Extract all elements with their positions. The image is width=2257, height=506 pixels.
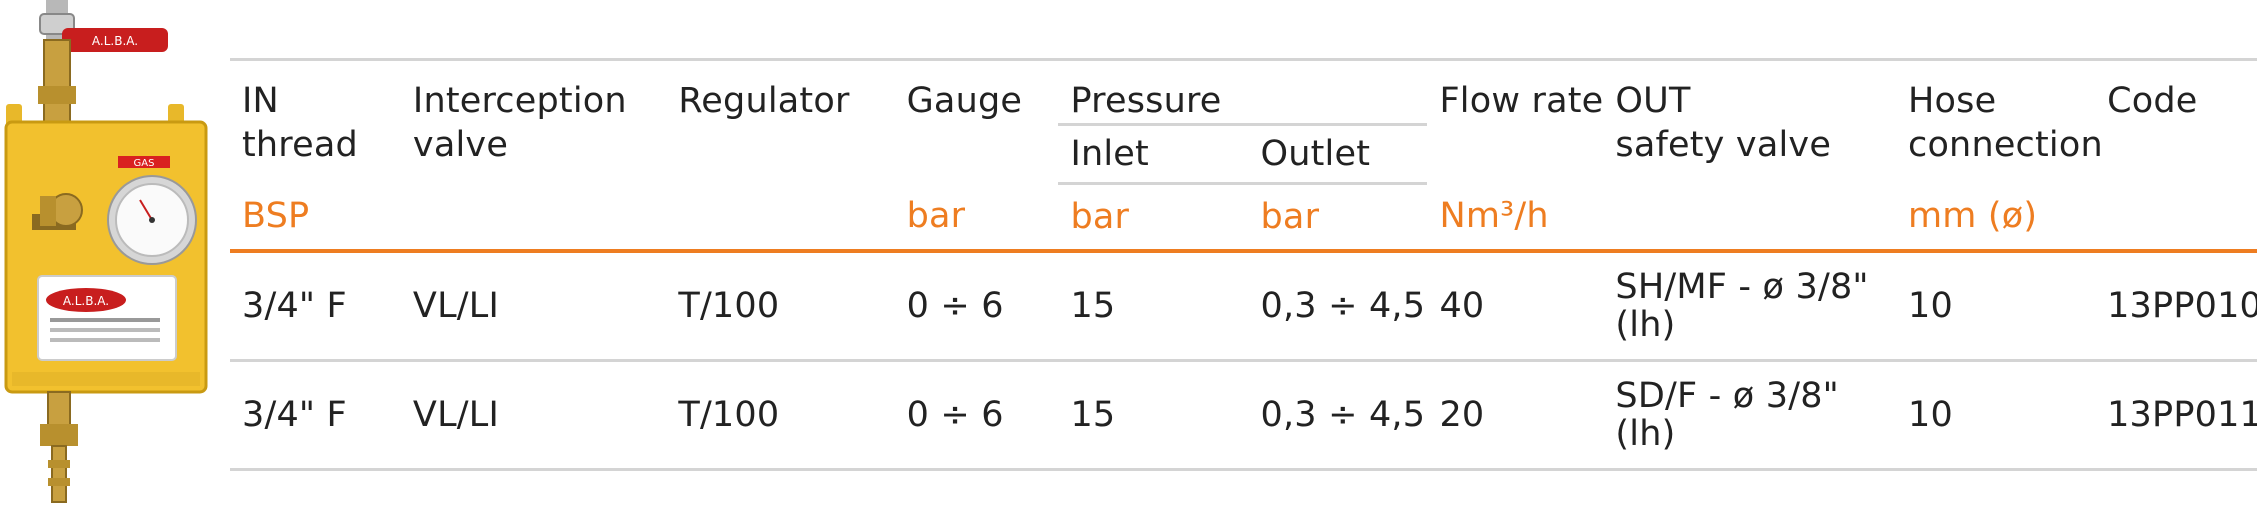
cell-gauge: 0 ÷ 6: [894, 360, 1059, 471]
cell-in-thread: 3/4" F: [230, 251, 401, 362]
cell-interception-valve: VL/LI: [400, 251, 667, 362]
header-flow-rate: Flow rate: [1439, 81, 1604, 121]
header-regulator: Regulator: [678, 81, 850, 121]
cell-inlet: 15: [1058, 360, 1249, 471]
cell-out-safety-valve: SD/F - ø 3/8" (lh): [1603, 360, 1896, 471]
unit-out-safety-valve: [1603, 183, 1896, 253]
header-pressure: Pressure: [1058, 65, 1428, 126]
table-row: 3/4" F VL/LI T/100 0 ÷ 6 15 0,3 ÷ 4,5 20…: [230, 360, 2257, 471]
unit-interception-valve: [400, 183, 667, 253]
cell-gauge: 0 ÷ 6: [894, 251, 1059, 362]
cell-regulator: T/100: [666, 360, 895, 471]
header-code: Code: [2107, 81, 2198, 121]
cell-hose-connection: 10: [1896, 360, 2096, 471]
gas-label: GAS: [134, 158, 155, 169]
unit-gauge: bar: [894, 183, 1059, 253]
cell-outlet: 0,3 ÷ 4,5: [1248, 251, 1428, 362]
unit-inlet: bar: [1058, 183, 1249, 253]
units-row: BSP bar bar bar Nm³/h mm (ø): [230, 183, 2257, 253]
cell-code: 13PP010: [2095, 251, 2257, 362]
cell-flow-rate: 40: [1427, 251, 1604, 362]
header-outlet: Outlet: [1248, 124, 1428, 185]
table-row: 3/4" F VL/LI T/100 0 ÷ 6 15 0,3 ÷ 4,5 40…: [230, 251, 2257, 362]
cell-outlet: 0,3 ÷ 4,5: [1248, 360, 1428, 471]
cell-regulator: T/100: [666, 251, 895, 362]
header-row: IN thread Interception valve Regulator G…: [230, 65, 2257, 165]
unit-code: [2095, 183, 2257, 253]
header-out-safety-valve: OUT safety valve: [1615, 81, 1832, 165]
spec-table: IN thread Interception valve Regulator G…: [230, 58, 2257, 471]
unit-outlet: bar: [1248, 183, 1428, 253]
cell-hose-connection: 10: [1896, 251, 2096, 362]
valve-tag-text: A.L.B.A.: [92, 34, 138, 48]
unit-in-thread: BSP: [230, 183, 401, 253]
header-hose-connection: Hose connection: [1908, 81, 2103, 165]
unit-flow-rate: Nm³/h: [1427, 183, 1604, 253]
cell-inlet: 15: [1058, 251, 1249, 362]
cell-in-thread: 3/4" F: [230, 360, 401, 471]
header-gauge: Gauge: [906, 81, 1023, 121]
gas-panel-image: A.L.B.A. GAS A.L.B.A.: [4, 0, 208, 503]
cell-out-safety-valve: SH/MF - ø 3/8" (lh): [1603, 251, 1896, 362]
header-inlet: Inlet: [1058, 124, 1249, 185]
plate-brand-text: A.L.B.A.: [63, 294, 109, 308]
header-in-thread: IN thread: [242, 81, 358, 165]
cell-code: 13PP011: [2095, 360, 2257, 471]
header-interception-valve: Interception valve: [412, 81, 627, 165]
unit-regulator: [666, 183, 895, 253]
cell-interception-valve: VL/LI: [400, 360, 667, 471]
cell-flow-rate: 20: [1427, 360, 1604, 471]
unit-hose-connection: mm (ø): [1896, 183, 2096, 253]
